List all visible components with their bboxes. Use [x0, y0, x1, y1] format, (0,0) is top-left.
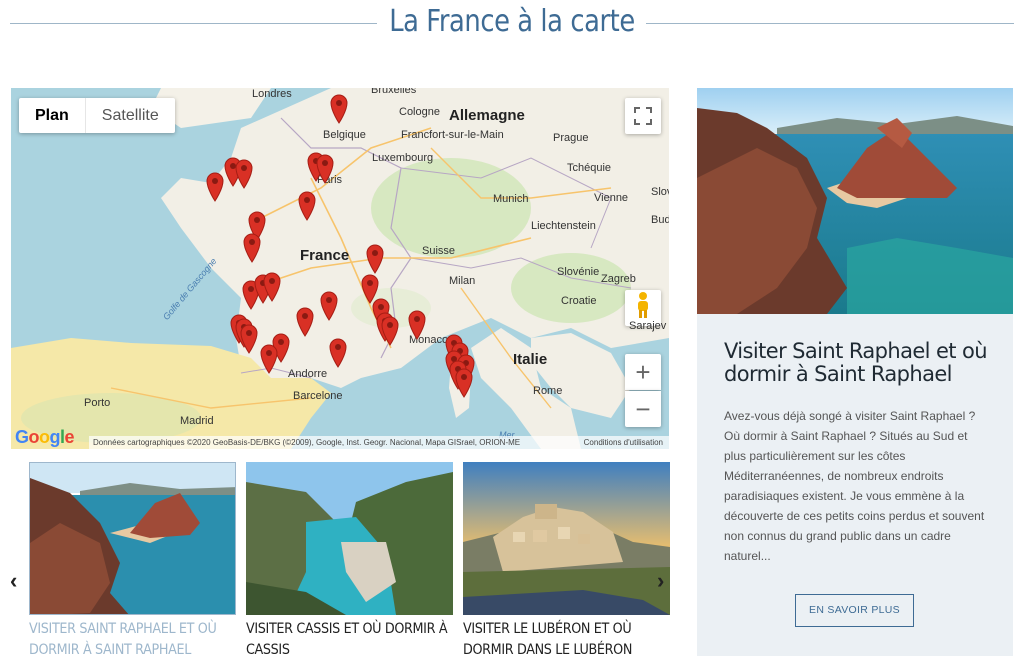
- page-title: La France à la carte: [389, 4, 635, 39]
- map-marker-icon[interactable]: [381, 316, 399, 346]
- map-label-barcelone: Barcelone: [293, 390, 343, 402]
- read-more-button[interactable]: EN SAVOIR PLUS: [795, 594, 914, 627]
- carousel-card-title[interactable]: Visiter Saint Raphael et où dormir à Sai…: [29, 619, 231, 661]
- map-label-croatie: Croatie: [561, 295, 597, 307]
- map-label-tcheque: Tchéquie: [567, 162, 612, 174]
- map-label-slovenie: Slovénie: [557, 266, 600, 278]
- map-label-luxembourg: Luxembourg: [372, 152, 434, 164]
- map-marker-icon[interactable]: [206, 172, 224, 202]
- google-logo[interactable]: Google: [15, 427, 75, 448]
- fullscreen-icon: [634, 101, 652, 132]
- map-label-budapest: Buda: [651, 214, 669, 226]
- chevron-right-icon: ›: [657, 568, 665, 593]
- map-marker-icon[interactable]: [240, 324, 258, 354]
- map-marker-icon[interactable]: [298, 191, 316, 221]
- map-label-porto: Porto: [84, 397, 111, 409]
- map-label-rome: Rome: [533, 385, 563, 397]
- heading-rule-right: [646, 23, 1014, 24]
- map-marker-icon[interactable]: [316, 154, 334, 184]
- map-label-andorre: Andorre: [288, 368, 328, 380]
- map-marker-icon[interactable]: [243, 233, 261, 263]
- map-label-prague: Prague: [553, 132, 589, 144]
- map-label-sarajevo: Sarajev: [629, 320, 667, 332]
- map-attribution: Données cartographiques ©2020 GeoBasis-D…: [89, 436, 669, 449]
- map-marker-icon[interactable]: [263, 272, 281, 302]
- map-label-londres: Londres: [252, 88, 292, 100]
- carousel-card-cassis[interactable]: Visiter Cassis et où dormir à Cassis: [246, 462, 453, 661]
- map-label-belgique: Belgique: [323, 129, 366, 141]
- map-marker-icon[interactable]: [366, 244, 384, 274]
- map-marker-icon[interactable]: [455, 368, 473, 398]
- map-label-vienne: Vienne: [594, 192, 629, 204]
- map-marker-icon[interactable]: [296, 307, 314, 337]
- carousel-next-button[interactable]: ›: [657, 568, 664, 594]
- map-label-allemagne: Allemagne: [449, 107, 525, 124]
- map-type-satellite-button[interactable]: Satellite: [86, 98, 175, 133]
- featured-article-image[interactable]: [697, 88, 1013, 314]
- map-label-zagreb: Zagreb: [601, 273, 636, 285]
- carousel-card-image[interactable]: [29, 462, 236, 615]
- map-label-madrid: Madrid: [180, 415, 214, 427]
- zoom-out-button[interactable]: −: [625, 391, 661, 427]
- map-marker-icon[interactable]: [235, 159, 253, 189]
- map-marker-icon[interactable]: [260, 344, 278, 374]
- map-label-francfort: Francfort-sur-le-Main: [401, 129, 504, 141]
- map-type-plan-button[interactable]: Plan: [19, 98, 86, 133]
- featured-article-title[interactable]: Visiter Saint Raphael et où dormir à Sai…: [724, 340, 994, 386]
- map-label-italie: Italie: [513, 351, 548, 368]
- zoom-in-button[interactable]: +: [625, 354, 661, 390]
- featured-article-card: Visiter Saint Raphael et où dormir à Sai…: [697, 88, 1013, 656]
- featured-article-description: Avez-vous déjà songé à visiter Saint Rap…: [724, 409, 985, 563]
- chevron-left-icon: ‹: [10, 568, 18, 593]
- map-terms-link[interactable]: Conditions d'utilisation: [584, 436, 663, 449]
- map-label-france: France: [300, 247, 350, 264]
- map-label-milan: Milan: [449, 275, 476, 287]
- carousel-card-title[interactable]: Visiter le Lubéron et où dormir dans le …: [463, 619, 665, 661]
- google-map[interactable]: Plan Satellite + − Londres Bruxelles Col…: [11, 88, 669, 449]
- map-label-liechtenstein: Liechtenstein: [531, 220, 596, 232]
- map-marker-icon[interactable]: [329, 338, 347, 368]
- map-marker-icon[interactable]: [330, 94, 348, 124]
- fullscreen-button[interactable]: [625, 98, 661, 134]
- map-marker-icon[interactable]: [320, 291, 338, 321]
- map-type-control: Plan Satellite: [19, 98, 175, 133]
- map-label-cologne: Cologne: [399, 106, 440, 118]
- carousel-prev-button[interactable]: ‹: [10, 568, 17, 594]
- map-marker-icon[interactable]: [408, 310, 426, 340]
- carousel-card-image[interactable]: [463, 462, 670, 615]
- carousel-card-image[interactable]: [246, 462, 453, 615]
- map-label-slov: Slov: [651, 186, 669, 198]
- map-label-bruxelles: Bruxelles: [371, 88, 417, 96]
- map-label-suisse: Suisse: [422, 245, 456, 257]
- carousel-card-luberon[interactable]: Visiter le Lubéron et où dormir dans le …: [463, 462, 670, 661]
- section-heading: La France à la carte: [0, 0, 1024, 50]
- map-label-munich: Munich: [493, 193, 529, 205]
- carousel-card-saint-raphael[interactable]: Visiter Saint Raphael et où dormir à Sai…: [29, 462, 236, 661]
- carousel-card-title[interactable]: Visiter Cassis et où dormir à Cassis: [246, 619, 448, 661]
